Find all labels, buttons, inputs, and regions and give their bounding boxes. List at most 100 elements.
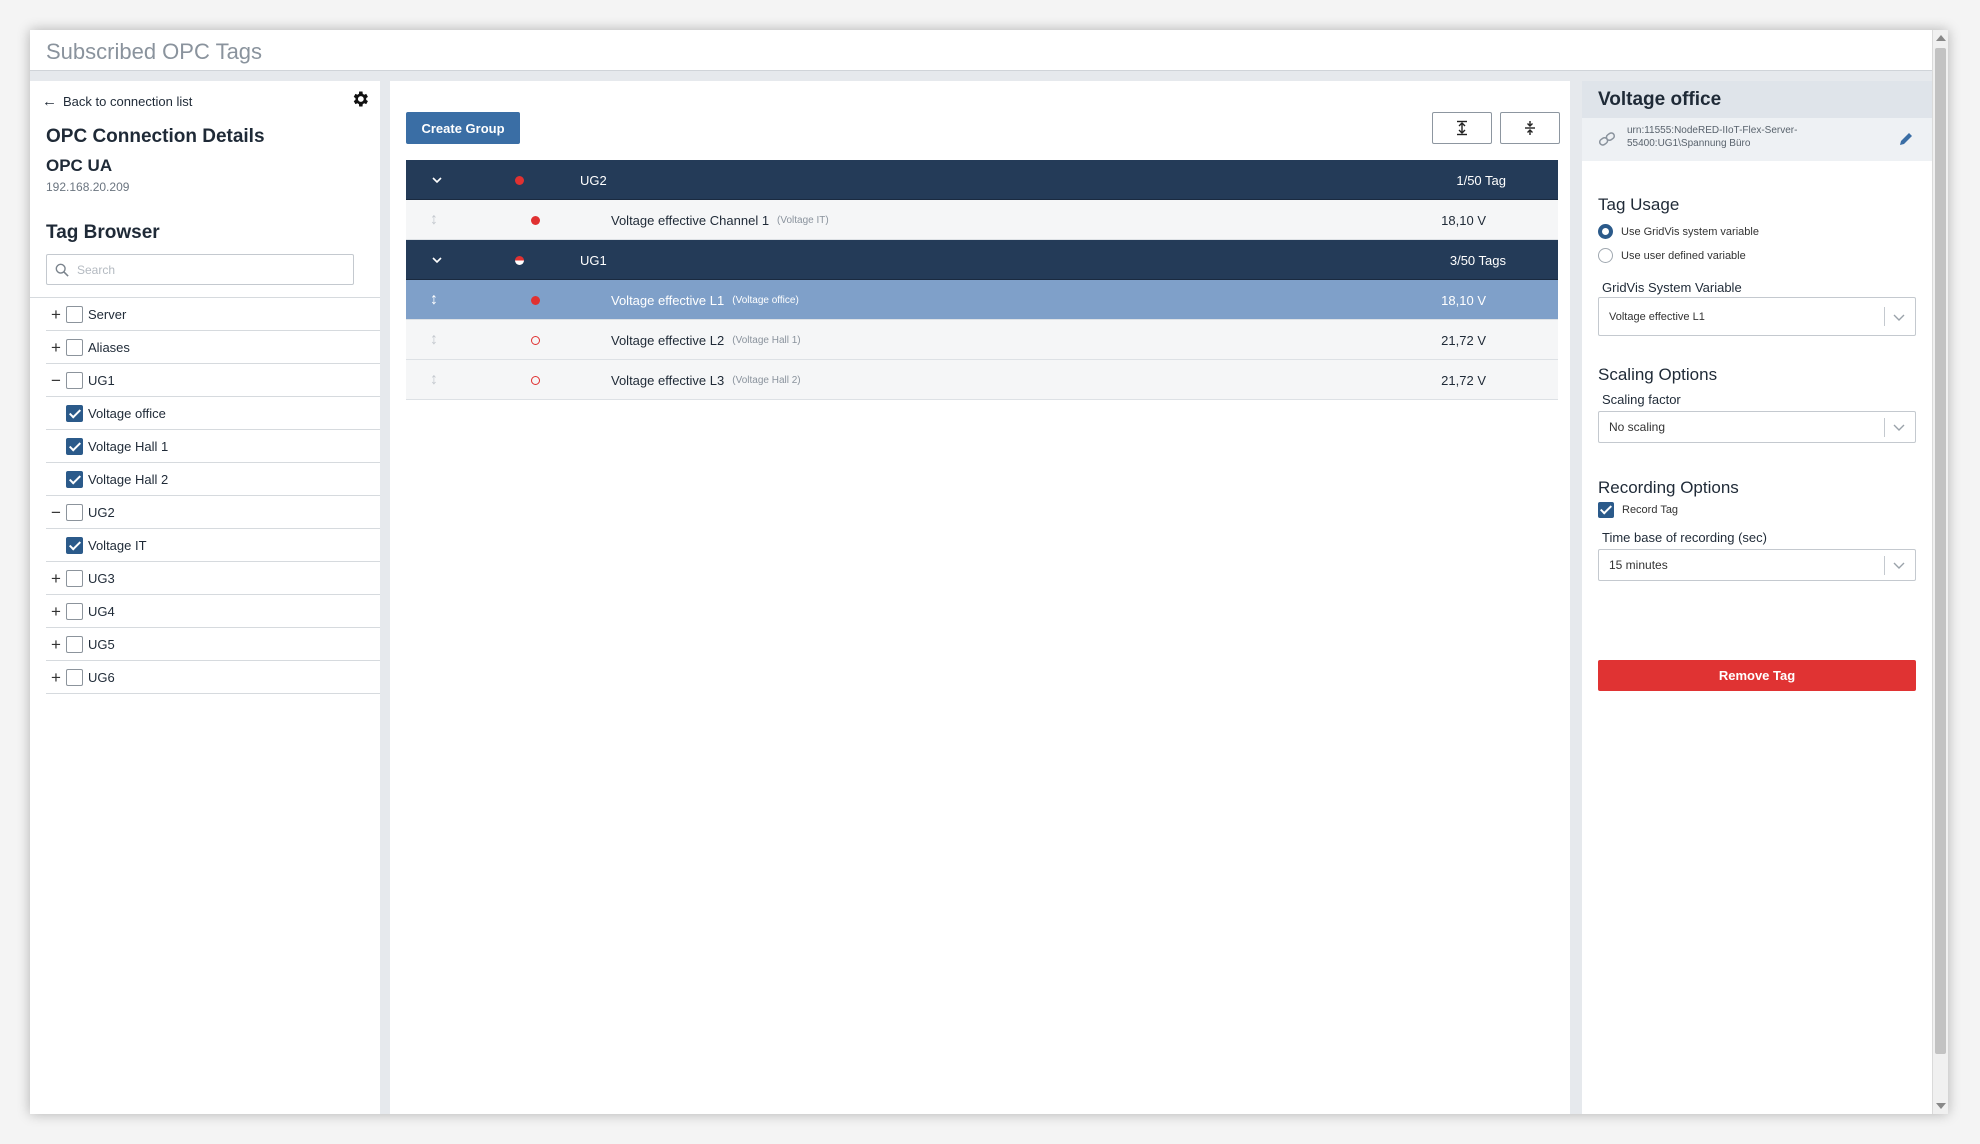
link-icon — [1598, 132, 1616, 146]
vertical-scrollbar[interactable] — [1932, 30, 1948, 1114]
tree-item-ug6[interactable]: + UG6 — [46, 661, 380, 694]
expand-icon[interactable]: + — [46, 603, 66, 620]
tag-detail-panel: Voltage office urn:11555:NodeRED-IIoT-Fl… — [1582, 81, 1932, 1114]
tag-usage-title: Tag Usage — [1598, 195, 1680, 214]
collapse-icon[interactable]: − — [46, 504, 66, 521]
tree-checkbox[interactable] — [66, 371, 83, 389]
expand-icon[interactable]: + — [46, 339, 66, 356]
tree-item-label: UG3 — [88, 570, 115, 586]
create-group-button[interactable]: Create Group — [406, 112, 520, 144]
scaling-factor-label: Scaling factor — [1602, 392, 1681, 407]
search-input[interactable] — [77, 262, 327, 277]
expand-icon[interactable]: + — [46, 669, 66, 686]
chevron-down-icon[interactable] — [431, 160, 445, 200]
tree-checkbox[interactable] — [66, 569, 83, 587]
tree-item-aliases[interactable]: + Aliases — [46, 331, 380, 364]
tree-item-label: UG2 — [88, 504, 115, 520]
tag-row[interactable]: ↕ Voltage effective L1 (Voltage office) 18,… — [406, 280, 1558, 320]
tree-item-voltage-hall-1[interactable]: Voltage Hall 1 — [46, 430, 380, 463]
connection-panel: ← Back to connection list OPC Connection… — [30, 81, 380, 1114]
tree-checkbox[interactable] — [66, 668, 83, 686]
search-icon — [55, 263, 69, 277]
record-tag-checkbox[interactable]: Record Tag — [1598, 502, 1678, 518]
record-tag-label: Record Tag — [1622, 504, 1679, 516]
tree-item-label: UG6 — [88, 669, 115, 685]
tree-checkbox[interactable] — [66, 602, 83, 620]
search-box — [46, 254, 354, 285]
tree-item-ug2[interactable]: − UG2 — [46, 496, 380, 529]
tree-checkbox[interactable] — [66, 338, 83, 356]
tree-checkbox[interactable] — [66, 536, 83, 554]
gridvis-variable-label: GridVis System Variable — [1602, 280, 1742, 295]
drag-handle-icon[interactable]: ↕ — [430, 320, 438, 360]
pencil-icon[interactable] — [1898, 131, 1914, 147]
scroll-up-icon[interactable] — [1936, 35, 1946, 41]
scaling-factor-value: No scaling — [1609, 420, 1666, 434]
tag-row[interactable]: ↕ Voltage effective L2 (Voltage Hall 1) 21,… — [406, 320, 1558, 360]
chevron-down-icon[interactable] — [431, 240, 445, 280]
tree-item-label: Voltage IT — [88, 537, 147, 553]
scrollbar-thumb[interactable] — [1935, 48, 1946, 1054]
connection-details-title: OPC Connection Details — [46, 126, 265, 147]
tag-row[interactable]: ↕ Voltage effective Channel 1 (Voltage IT)… — [406, 200, 1558, 240]
radio-system-label: Use GridVis system variable — [1621, 225, 1759, 238]
chevron-down-icon — [1893, 424, 1905, 431]
select-separator — [1884, 307, 1885, 326]
scaling-factor-select[interactable]: No scaling — [1598, 411, 1916, 443]
tree-checkbox[interactable] — [66, 404, 83, 422]
drag-handle-icon[interactable]: ↕ — [430, 280, 438, 320]
timebase-select[interactable]: 15 minutes — [1598, 549, 1916, 581]
tree-item-voltage-office[interactable]: Voltage office — [46, 397, 380, 430]
radio-system-variable[interactable]: Use GridVis system variable — [1598, 224, 1759, 239]
tree-item-label: Voltage Hall 1 — [88, 438, 169, 454]
gear-icon[interactable] — [350, 89, 370, 109]
tree-item-voltage-hall-2[interactable]: Voltage Hall 2 — [46, 463, 380, 496]
tag-row[interactable]: ↕ Voltage effective L3 (Voltage Hall 2) 21,… — [406, 360, 1558, 400]
checkbox-checked — [1598, 502, 1614, 518]
back-to-connection-list-link[interactable]: ← Back to connection list — [42, 93, 192, 110]
groups-panel: Create Group UG2 1/50 Tag ↕ Voltage effecti… — [390, 81, 1570, 1114]
tree-checkbox[interactable] — [66, 305, 83, 323]
arrow-left-icon: ← — [42, 93, 57, 110]
tree-item-server[interactable]: + Server — [46, 298, 380, 331]
tag-alias: (Voltage Hall 2) — [732, 374, 801, 386]
tag-urn-bar: urn:11555:NodeRED-IIoT-Flex-Server-55400… — [1582, 118, 1932, 161]
collapse-all-button[interactable] — [1500, 112, 1560, 144]
radio-off — [1598, 248, 1613, 263]
tree-checkbox[interactable] — [66, 503, 83, 521]
tree-item-ug3[interactable]: + UG3 — [46, 562, 380, 595]
drag-handle-icon[interactable]: ↕ — [430, 200, 438, 240]
expand-all-icon — [1457, 120, 1467, 136]
timebase-value: 15 minutes — [1609, 558, 1668, 572]
tree-item-label: Voltage Hall 2 — [88, 471, 169, 487]
tree-checkbox[interactable] — [66, 635, 83, 653]
tree-item-ug5[interactable]: + UG5 — [46, 628, 380, 661]
gridvis-variable-select[interactable]: Voltage effective L1 — [1598, 297, 1916, 336]
drag-handle-icon[interactable]: ↕ — [430, 360, 438, 400]
radio-user-variable[interactable]: Use user defined variable — [1598, 248, 1746, 263]
tag-name: Voltage effective L1 — [611, 292, 725, 308]
collapse-icon[interactable]: − — [46, 372, 66, 389]
group-row-ug2[interactable]: UG2 1/50 Tag — [406, 160, 1558, 200]
detail-header: Voltage office — [1582, 81, 1932, 118]
window-title: Subscribed OPC Tags — [46, 39, 263, 64]
tag-tree: + Server + Aliases − UG1 Voltage office Voltage… — [30, 297, 380, 694]
tree-item-ug4[interactable]: + UG4 — [46, 595, 380, 628]
remove-tag-button[interactable]: Remove Tag — [1598, 660, 1916, 691]
expand-icon[interactable]: + — [46, 306, 66, 323]
tree-checkbox[interactable] — [66, 470, 83, 488]
timebase-label: Time base of recording (sec) — [1602, 530, 1767, 545]
tree-item-ug1[interactable]: − UG1 — [46, 364, 380, 397]
tree-checkbox[interactable] — [66, 437, 83, 455]
group-name: UG1 — [580, 252, 607, 268]
expand-icon[interactable]: + — [46, 570, 66, 587]
expand-all-button[interactable] — [1432, 112, 1492, 144]
group-tag-count: 3/50 Tags — [1449, 252, 1506, 268]
scroll-down-icon[interactable] — [1936, 1103, 1946, 1109]
tree-item-voltage-it[interactable]: Voltage IT — [46, 529, 380, 562]
title-bar: Subscribed OPC Tags — [30, 30, 1932, 71]
tag-value: 18,10 V — [1441, 292, 1486, 308]
expand-icon[interactable]: + — [46, 636, 66, 653]
group-row-ug1[interactable]: UG1 3/50 Tags — [406, 240, 1558, 280]
tag-value: 18,10 V — [1441, 212, 1486, 228]
